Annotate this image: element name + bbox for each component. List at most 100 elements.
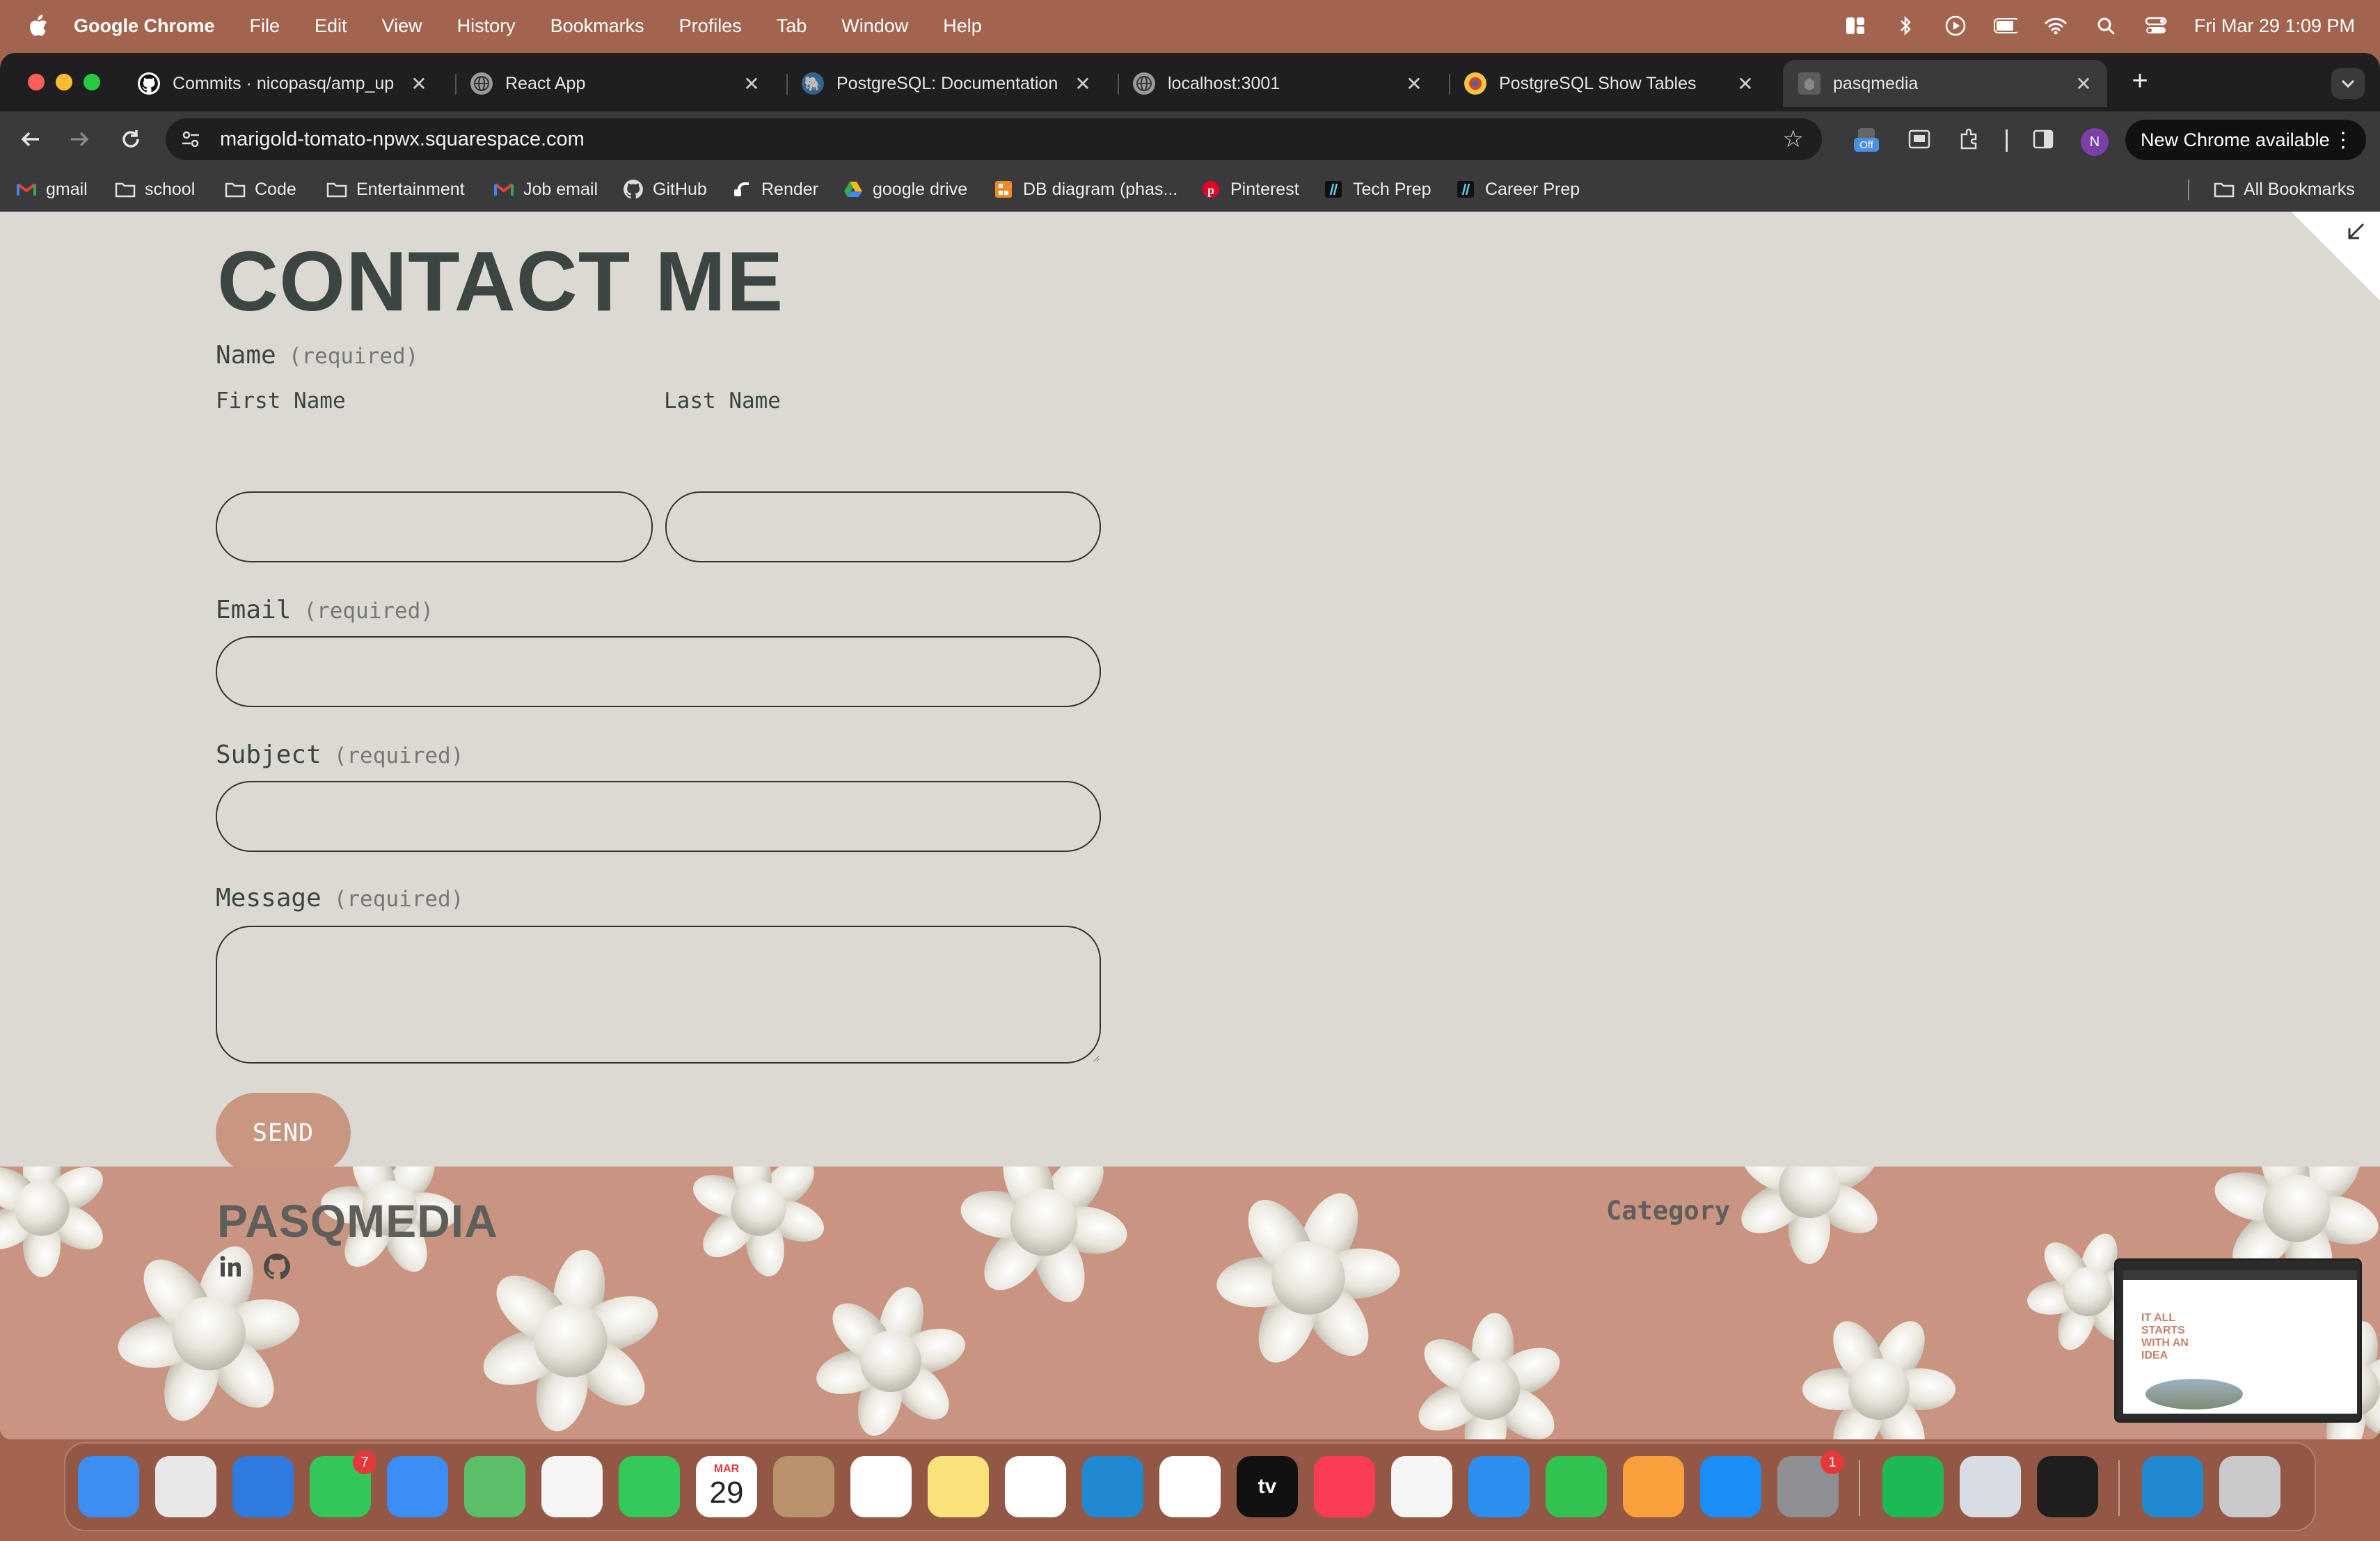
screenshot-thumbnail[interactable]: IT ALL STARTS WITH AN IDEA [2114,1258,2362,1423]
menu-help[interactable]: Help [943,15,982,37]
menu-view[interactable]: View [382,15,422,37]
bookmark-pinterest[interactable]: p Pinterest [1200,177,1299,202]
menubar-clock[interactable]: Fri Mar 29 1:09 PM [2194,15,2355,37]
close-tab-icon[interactable]: ✕ [1069,72,1097,95]
bookmark-folder-code[interactable]: Code [224,177,296,202]
dock-app-launchpad[interactable] [155,1456,216,1517]
email-input[interactable] [216,636,1101,707]
tab-commits[interactable]: Commits · nicopasq/amp_up ✕ [122,60,443,107]
linkedin-icon[interactable] [216,1251,246,1282]
bookmark-db-diagram[interactable]: DB diagram (phas... [992,177,1177,202]
dock-app-messages[interactable]: 7 [310,1451,376,1517]
dock-app-pages[interactable] [1623,1456,1684,1517]
dock-app-vs-code[interactable] [2142,1456,2203,1517]
dock-app-app-store[interactable] [1700,1456,1761,1517]
tab-postgres-show-tables[interactable]: PostgreSQL Show Tables ✕ [1449,60,1769,107]
last-name-input[interactable] [665,491,1101,562]
send-button[interactable]: SEND [216,1093,351,1173]
close-tab-icon[interactable]: ✕ [1731,72,1759,95]
page-corner-fold[interactable] [2291,212,2380,301]
github-icon[interactable] [262,1251,292,1282]
dock-app-numbers[interactable] [1546,1456,1607,1517]
close-tab-icon[interactable]: ✕ [2070,72,2097,95]
tab-localhost[interactable]: localhost:3001 ✕ [1118,60,1438,107]
media-icon[interactable] [1904,124,1935,155]
menu-window[interactable]: Window [841,15,908,37]
dock-app-facetime[interactable] [619,1456,680,1517]
bookmark-career-prep[interactable]: Career Prep [1454,177,1580,202]
dock-app-music[interactable] [1314,1456,1375,1517]
tab-react-app[interactable]: React App ✕ [455,60,775,107]
profile-avatar[interactable]: N [2081,128,2109,156]
bookmark-folder-school[interactable]: school [114,177,195,202]
bookmark-folder-entertainment[interactable]: Entertainment [326,177,465,202]
dock-app-tv[interactable]: tv [1237,1456,1298,1517]
dock-app-photos[interactable] [541,1456,603,1517]
more-menu-icon[interactable]: ⋮ [2333,128,2354,152]
bookmark-job-email[interactable]: Job email [493,177,598,202]
bookmark-gmail[interactable]: gmail [15,177,88,202]
menu-history[interactable]: History [457,15,516,37]
dock-app-news[interactable] [1391,1456,1452,1517]
back-button[interactable] [14,123,47,156]
app-menu-chrome[interactable]: Google Chrome [74,15,215,37]
bluetooth-icon[interactable] [1894,14,1917,38]
zoom-window-button[interactable] [84,74,100,90]
spotlight-search-icon[interactable] [2094,14,2118,38]
dock-app-reminders[interactable] [850,1456,912,1517]
tab-postgres-docs[interactable]: 🐘 PostgreSQL: Documentation ✕ [786,60,1106,107]
apple-icon[interactable] [26,12,50,40]
menu-file[interactable]: File [250,15,280,37]
bookmark-google-drive[interactable]: google drive [842,177,967,202]
dock-app-system-settings[interactable]: 1 [1777,1451,1844,1517]
subject-input[interactable] [216,781,1101,852]
menu-edit[interactable]: Edit [315,15,347,37]
bookmark-github[interactable]: GitHub [622,177,707,202]
menu-tab[interactable]: Tab [777,15,807,37]
forward-button[interactable] [63,123,96,156]
menu-bookmarks[interactable]: Bookmarks [550,15,644,37]
bookmark-star-icon[interactable]: ☆ [1783,125,1804,153]
dock-app-finder[interactable] [78,1456,139,1517]
extension-off-icon[interactable]: Off [1851,124,1882,155]
reload-button[interactable] [114,123,148,156]
dock-app-terminal[interactable] [2037,1456,2098,1517]
extensions-puzzle-icon[interactable] [1954,124,1985,155]
dock-app-chrome[interactable] [1005,1456,1066,1517]
bookmark-render[interactable]: Render [731,177,818,202]
site-settings-icon[interactable] [180,128,202,150]
new-tab-button[interactable]: + [2123,65,2157,97]
dock-app-calendar[interactable]: MAR 29 [696,1456,757,1517]
minimize-window-button[interactable] [56,74,72,90]
tab-pasqmedia[interactable]: pasqmedia ✕ [1783,60,2107,107]
tab-search-button[interactable] [2331,68,2365,99]
close-window-button[interactable] [28,74,45,90]
close-tab-icon[interactable]: ✕ [1400,72,1428,95]
url-input[interactable] [220,127,1681,151]
control-center-icon[interactable] [2144,14,2168,38]
dock-app-safari[interactable] [232,1456,294,1517]
dock-app-vs-code[interactable] [1082,1456,1143,1517]
dock-app-contacts[interactable] [773,1456,834,1517]
address-bar[interactable]: ☆ [166,118,1822,160]
dock-app-trash[interactable] [2219,1456,2280,1517]
close-tab-icon[interactable]: ✕ [405,72,433,95]
footer-brand[interactable]: PASQMEDIA [217,1194,498,1247]
menu-profiles[interactable]: Profiles [679,15,742,37]
close-tab-icon[interactable]: ✕ [738,72,765,95]
side-panel-icon[interactable] [2028,124,2058,155]
all-bookmarks-button[interactable]: All Bookmarks [2213,177,2355,202]
dock-app-preview[interactable] [1960,1456,2021,1517]
collapse-arrow-icon[interactable] [2345,221,2366,248]
dock-app-spotify[interactable] [1882,1456,1944,1517]
bookmark-tech-prep[interactable]: Tech Prep [1322,177,1431,202]
battery-icon[interactable] [1993,14,2017,38]
dock-app-mail[interactable] [387,1456,448,1517]
window-layout-icon[interactable] [1843,14,1867,38]
first-name-input[interactable] [216,491,653,562]
chrome-update-button[interactable]: New Chrome available ⋮ [2125,120,2366,160]
dock-app-notes[interactable] [928,1456,989,1517]
message-textarea[interactable] [216,926,1101,1064]
dock-app-maps[interactable] [464,1456,525,1517]
dock-app-keynote[interactable] [1468,1456,1530,1517]
